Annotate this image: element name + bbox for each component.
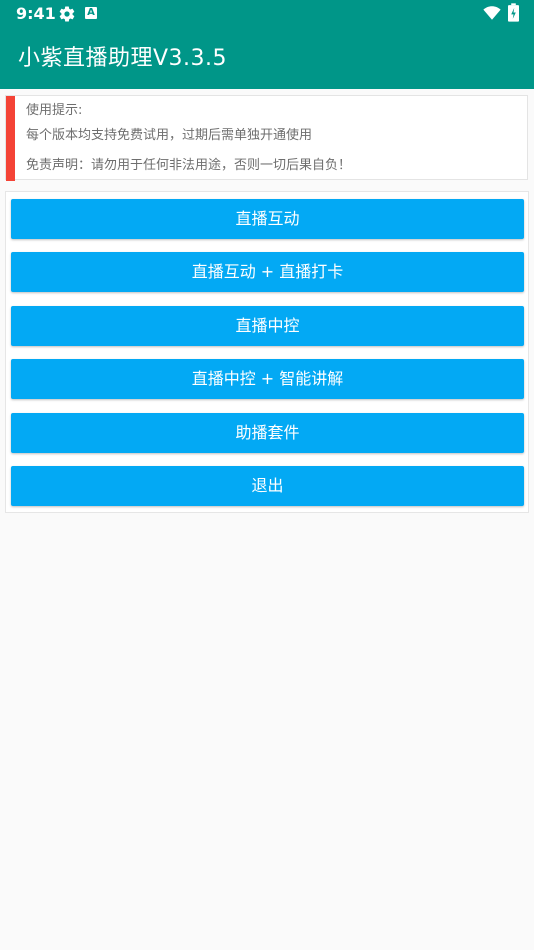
- app-title: 小紫直播助理V3.3.5: [18, 46, 228, 71]
- battery-icon: [508, 3, 519, 22]
- notice-accent-bar: [6, 96, 15, 181]
- status-time: 9:41: [16, 4, 56, 23]
- live-control-smart-explain-button[interactable]: 直播中控 + 智能讲解: [11, 359, 524, 399]
- notice-disclaimer-text: 免责声明：请勿用于任何非法用途，否则一切后果自负！: [26, 158, 352, 173]
- notice-heading: 使用提示:: [26, 103, 83, 118]
- live-interaction-checkin-button[interactable]: 直播互动 + 直播打卡: [11, 252, 524, 292]
- status-bar: 9:41 A: [0, 0, 534, 28]
- app-toolbar: 9:41 A 小紫直播助理V3.3.5: [0, 0, 534, 89]
- wifi-icon: [483, 6, 501, 20]
- assistant-kit-button[interactable]: 助播套件: [11, 413, 524, 453]
- live-control-button[interactable]: 直播中控: [11, 306, 524, 346]
- exit-button[interactable]: 退出: [11, 466, 524, 506]
- a-icon: A: [85, 7, 97, 19]
- live-interaction-button[interactable]: 直播互动: [11, 199, 524, 239]
- notice-trial-text: 每个版本均支持免费试用，过期后需单独开通使用: [26, 128, 313, 143]
- gear-icon: [59, 6, 75, 22]
- notice-card: 使用提示: 每个版本均支持免费试用，过期后需单独开通使用 免责声明：请勿用于任何…: [5, 95, 528, 181]
- button-panel: 直播互动 直播互动 + 直播打卡 直播中控 直播中控 + 智能讲解 助播套件 退…: [5, 191, 529, 513]
